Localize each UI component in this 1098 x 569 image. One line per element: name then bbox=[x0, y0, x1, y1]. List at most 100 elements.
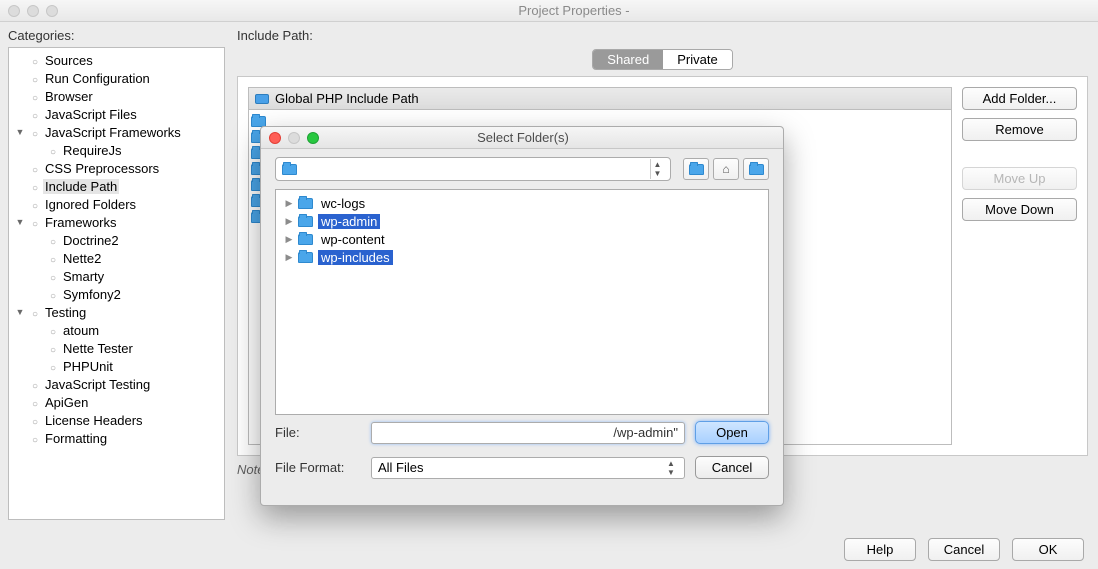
folder-icon bbox=[298, 252, 313, 263]
category-item[interactable]: JavaScript Testing bbox=[9, 375, 224, 393]
category-item[interactable]: ▼JavaScript Frameworks bbox=[9, 123, 224, 141]
category-label: RequireJs bbox=[61, 143, 124, 158]
folder-row[interactable]: ▶ wp-content bbox=[276, 230, 768, 248]
chevron-right-icon[interactable]: ▶ bbox=[282, 198, 296, 209]
include-path-buttons: Add Folder... Remove Move Up Move Down bbox=[962, 87, 1077, 445]
dialog-cancel-button[interactable]: Cancel bbox=[695, 456, 769, 479]
folder-row[interactable]: ▶wp-includes bbox=[276, 248, 768, 266]
category-item[interactable]: Symfony2 bbox=[9, 285, 224, 303]
cancel-button[interactable]: Cancel bbox=[928, 538, 1000, 561]
zoom-icon[interactable] bbox=[46, 5, 58, 17]
bullet-icon bbox=[27, 107, 43, 122]
folder-row[interactable]: ▶ wc-logs bbox=[276, 194, 768, 212]
minimize-icon[interactable] bbox=[27, 5, 39, 17]
move-up-button[interactable]: Move Up bbox=[962, 167, 1077, 190]
bullet-icon bbox=[27, 89, 43, 104]
home-icon[interactable]: ⌂ bbox=[713, 158, 739, 180]
bullet-icon bbox=[27, 71, 43, 86]
stepper-icon[interactable]: ▲▼ bbox=[664, 458, 678, 478]
move-down-button[interactable]: Move Down bbox=[962, 198, 1077, 221]
bullet-icon bbox=[45, 287, 61, 302]
new-folder-icon[interactable] bbox=[743, 158, 769, 180]
category-item[interactable]: CSS Preprocessors bbox=[9, 159, 224, 177]
open-button[interactable]: Open bbox=[695, 421, 769, 444]
window-titlebar: Project Properties - bbox=[0, 0, 1098, 22]
file-format-value: All Files bbox=[378, 460, 424, 475]
bullet-icon bbox=[45, 341, 61, 356]
add-folder-button[interactable]: Add Folder... bbox=[962, 87, 1077, 110]
bullet-icon bbox=[27, 413, 43, 428]
bullet-icon bbox=[27, 197, 43, 212]
include-path-tabs: Shared Private bbox=[237, 49, 1088, 70]
file-format-select[interactable]: All Files ▲▼ bbox=[371, 457, 685, 479]
folder-list[interactable]: ▶ wc-logs ▶ wp-admin ▶ wp-content▶wp-includes bbox=[275, 189, 769, 415]
folder-name: wp-admin bbox=[318, 214, 380, 229]
category-item[interactable]: ▼ Testing bbox=[9, 303, 224, 321]
folder-name: wc-logs bbox=[318, 196, 368, 211]
category-item[interactable]: ApiGen bbox=[9, 393, 224, 411]
zoom-icon[interactable] bbox=[307, 132, 319, 144]
close-icon[interactable] bbox=[269, 132, 281, 144]
chevron-right-icon[interactable]: ▶ bbox=[282, 216, 296, 227]
close-icon[interactable] bbox=[8, 5, 20, 17]
category-label: Sources bbox=[43, 53, 95, 68]
tab-private[interactable]: Private bbox=[663, 50, 731, 69]
category-item[interactable]: Nette Tester bbox=[9, 339, 224, 357]
dialog-toolbar: ▲▼ ⌂ bbox=[261, 149, 783, 189]
dialog-footer: Help Cancel OK bbox=[844, 538, 1084, 561]
category-item[interactable]: RequireJs bbox=[9, 141, 224, 159]
chevron-right-icon[interactable]: ▶ bbox=[282, 234, 296, 245]
category-item[interactable]: Doctrine2 bbox=[9, 231, 224, 249]
file-format-label: File Format: bbox=[275, 460, 361, 475]
category-label: ApiGen bbox=[43, 395, 90, 410]
bullet-icon bbox=[45, 359, 61, 374]
dialog-titlebar: Select Folder(s) bbox=[261, 127, 783, 149]
category-label: Formatting bbox=[43, 431, 109, 446]
category-item[interactable]: Nette2 bbox=[9, 249, 224, 267]
chevron-down-icon[interactable]: ▼ bbox=[13, 307, 27, 317]
category-item[interactable]: atoum bbox=[9, 321, 224, 339]
category-label: Testing bbox=[43, 305, 88, 320]
tab-shared[interactable]: Shared bbox=[593, 50, 663, 69]
remove-button[interactable]: Remove bbox=[962, 118, 1077, 141]
up-folder-icon[interactable] bbox=[683, 158, 709, 180]
category-label: Frameworks bbox=[43, 215, 119, 230]
file-input[interactable] bbox=[371, 422, 685, 444]
category-item[interactable]: ▼ Frameworks bbox=[9, 213, 224, 231]
category-item[interactable]: Smarty bbox=[9, 267, 224, 285]
category-label: Smarty bbox=[61, 269, 106, 284]
category-item[interactable]: Sources bbox=[9, 51, 224, 69]
categories-tree[interactable]: SourcesRun ConfigurationBrowserJavaScrip… bbox=[8, 47, 225, 520]
category-item[interactable]: JavaScript Files bbox=[9, 105, 224, 123]
file-label: File: bbox=[275, 425, 361, 440]
category-item[interactable]: Include Path bbox=[9, 177, 224, 195]
bullet-icon bbox=[27, 161, 43, 176]
folder-icon bbox=[251, 116, 266, 127]
bullet-icon bbox=[27, 215, 43, 230]
chevron-down-icon[interactable]: ▼ bbox=[13, 217, 27, 227]
folder-name: wp-content bbox=[318, 232, 388, 247]
globe-icon bbox=[255, 94, 269, 104]
category-item[interactable]: Browser bbox=[9, 87, 224, 105]
ok-button[interactable]: OK bbox=[1012, 538, 1084, 561]
path-selector[interactable]: ▲▼ bbox=[275, 157, 671, 181]
category-item[interactable]: Run Configuration bbox=[9, 69, 224, 87]
category-label: Symfony2 bbox=[61, 287, 123, 302]
help-button[interactable]: Help bbox=[844, 538, 916, 561]
category-label: Ignored Folders bbox=[43, 197, 138, 212]
stepper-icon[interactable]: ▲▼ bbox=[650, 159, 664, 179]
categories-label: Categories: bbox=[8, 28, 225, 43]
category-label: JavaScript Testing bbox=[43, 377, 152, 392]
window-title: Project Properties - bbox=[58, 3, 1090, 18]
bullet-icon bbox=[27, 431, 43, 446]
category-item[interactable]: Ignored Folders bbox=[9, 195, 224, 213]
bullet-icon bbox=[27, 377, 43, 392]
chevron-down-icon[interactable]: ▼ bbox=[13, 127, 27, 137]
category-item[interactable]: PHPUnit bbox=[9, 357, 224, 375]
category-item[interactable]: Formatting bbox=[9, 429, 224, 447]
category-item[interactable]: License Headers bbox=[9, 411, 224, 429]
chevron-right-icon[interactable]: ▶ bbox=[282, 252, 296, 263]
folder-row[interactable]: ▶ wp-admin bbox=[276, 212, 768, 230]
category-label: atoum bbox=[61, 323, 101, 338]
folder-icon bbox=[298, 234, 313, 245]
